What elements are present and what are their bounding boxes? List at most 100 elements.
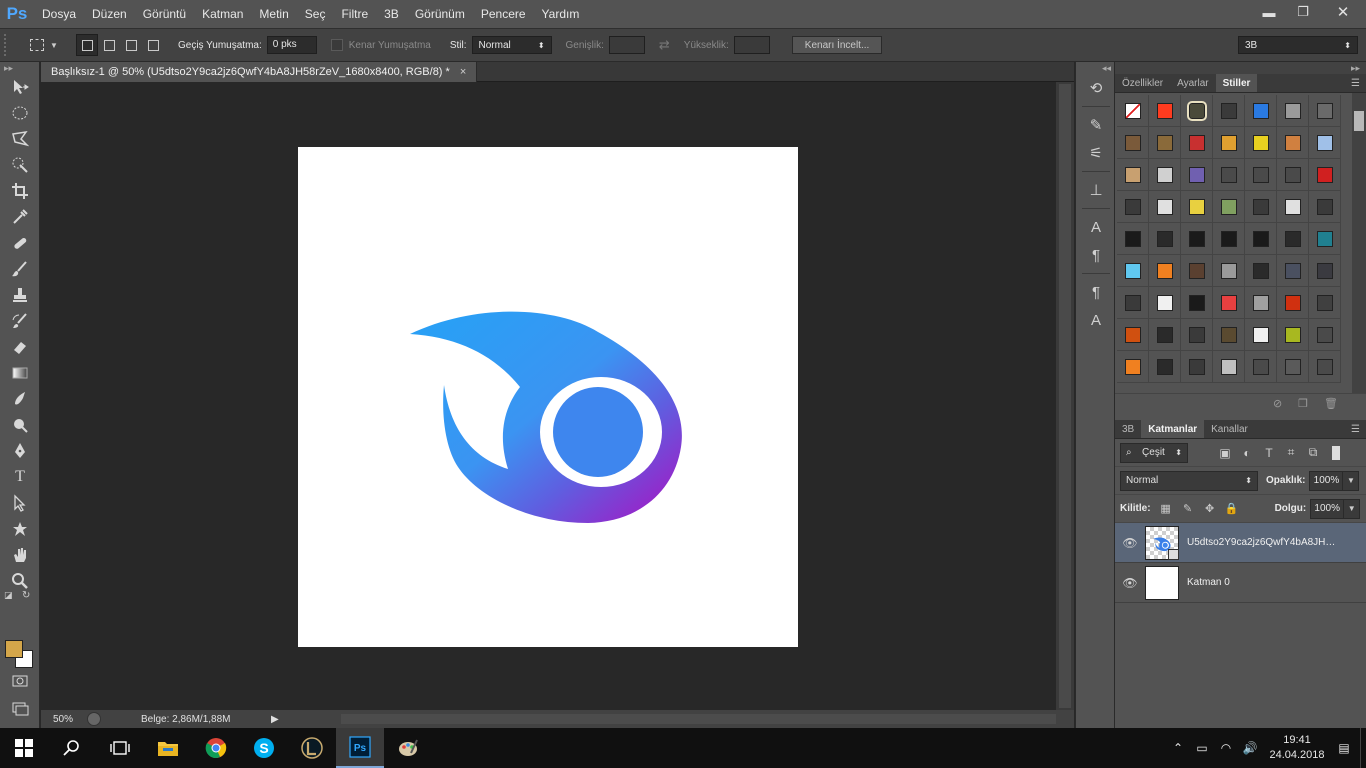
lock-image-icon[interactable]: ✎ <box>1177 502 1199 515</box>
feather-input[interactable]: 0 pks <box>266 36 317 54</box>
tool-preset-picker[interactable]: ▼ <box>24 34 64 56</box>
blend-mode-select[interactable]: Normal ⬍ <box>1120 470 1258 491</box>
style-swatch[interactable] <box>1309 319 1341 351</box>
clone-stamp-tool[interactable] <box>0 282 40 308</box>
vertical-scroll-thumb[interactable] <box>1059 84 1071 708</box>
style-swatch[interactable] <box>1277 287 1309 319</box>
style-swatch[interactable] <box>1213 319 1245 351</box>
style-swatch[interactable] <box>1181 95 1213 127</box>
path-selection-tool[interactable] <box>0 490 40 516</box>
style-swatch[interactable] <box>1245 95 1277 127</box>
eye-icon[interactable]: 👁 <box>1115 576 1145 590</box>
elliptical-marquee-tool[interactable] <box>0 100 40 126</box>
style-swatch[interactable] <box>1213 223 1245 255</box>
layer-name[interactable]: U5dtso2Y9ca2jz6QwfY4bA8JH58rZeV_1680x840… <box>1187 537 1337 548</box>
clock[interactable]: 19:41 24.04.2018 <box>1262 733 1332 763</box>
menu-image[interactable]: Görüntü <box>135 0 194 28</box>
new-style-icon[interactable]: ❐ <box>1298 397 1308 410</box>
menu-help[interactable]: Yardım <box>534 0 588 28</box>
history-panel-icon[interactable]: ⟲ <box>1076 74 1116 102</box>
style-swatch[interactable] <box>1277 191 1309 223</box>
style-swatch[interactable] <box>1309 351 1341 383</box>
height-input[interactable] <box>733 36 770 54</box>
style-swatch[interactable] <box>1149 255 1181 287</box>
show-desktop-button[interactable] <box>1360 728 1366 768</box>
filter-smart-object-icon[interactable]: ⧉ <box>1302 445 1324 460</box>
filter-shape-icon[interactable]: ⌗ <box>1280 445 1302 460</box>
canvas-area[interactable] <box>41 82 1056 710</box>
style-swatch[interactable] <box>1245 351 1277 383</box>
volume-icon[interactable]: 🔊 <box>1238 741 1262 755</box>
layer-row[interactable]: 👁 Katman 0 <box>1115 563 1366 603</box>
panel-menu-icon[interactable]: ☰ <box>1351 424 1360 435</box>
eraser-tool[interactable] <box>0 334 40 360</box>
style-swatch[interactable] <box>1181 255 1213 287</box>
task-view-button[interactable] <box>96 728 144 768</box>
paint-button[interactable] <box>384 728 432 768</box>
style-swatch[interactable] <box>1309 191 1341 223</box>
style-swatch[interactable] <box>1181 223 1213 255</box>
style-swatch[interactable] <box>1117 191 1149 223</box>
wifi-icon[interactable]: ◠ <box>1214 741 1238 755</box>
style-swatch[interactable] <box>1277 95 1309 127</box>
style-swatch[interactable] <box>1245 287 1277 319</box>
status-menu-arrow-icon[interactable]: ▶ <box>271 714 279 725</box>
fill-dropdown-icon[interactable]: ▼ <box>1344 498 1361 519</box>
style-swatch[interactable] <box>1309 127 1341 159</box>
collapse-icon[interactable]: ▸▸ <box>0 62 39 74</box>
opacity-input[interactable]: 100% <box>1309 470 1344 491</box>
style-swatch[interactable] <box>1117 159 1149 191</box>
move-tool[interactable] <box>0 74 40 100</box>
style-swatch[interactable] <box>1213 351 1245 383</box>
search-button[interactable] <box>48 728 96 768</box>
delete-style-icon[interactable]: 🗑 <box>1324 397 1338 410</box>
gradient-tool[interactable] <box>0 360 40 386</box>
style-swatch[interactable] <box>1309 255 1341 287</box>
lasso-tool[interactable] <box>0 126 40 152</box>
style-swatch[interactable] <box>1277 127 1309 159</box>
styles-scroll-thumb[interactable] <box>1354 111 1364 131</box>
style-swatch[interactable] <box>1181 351 1213 383</box>
type-tool[interactable]: T <box>0 464 40 490</box>
style-swatch[interactable] <box>1309 223 1341 255</box>
close-button[interactable]: ✕ <box>1320 0 1366 24</box>
style-swatch[interactable] <box>1309 287 1341 319</box>
document-tab[interactable]: Başlıksız-1 @ 50% (U5dtso2Y9ca2jz6QwfY4b… <box>41 62 478 82</box>
style-swatch[interactable] <box>1117 255 1149 287</box>
style-swatch[interactable] <box>1277 255 1309 287</box>
filter-pixel-icon[interactable]: ▣ <box>1214 446 1236 460</box>
style-swatch[interactable] <box>1213 191 1245 223</box>
menu-select[interactable]: Seç <box>297 0 334 28</box>
start-button[interactable] <box>0 728 48 768</box>
restore-button[interactable]: ❐ <box>1286 0 1320 24</box>
tab-layers[interactable]: Katmanlar <box>1141 420 1205 438</box>
tab-styles[interactable]: Stiller <box>1215 74 1258 92</box>
style-swatch[interactable] <box>1117 351 1149 383</box>
menu-type[interactable]: Metin <box>251 0 296 28</box>
layer-name[interactable]: Katman 0 <box>1187 577 1337 588</box>
collapse-icon[interactable]: ◂◂ <box>1076 62 1114 74</box>
intersect-selection-button[interactable] <box>142 34 164 56</box>
status-info-icon[interactable] <box>87 712 101 726</box>
style-swatch[interactable] <box>1277 223 1309 255</box>
history-brush-tool[interactable] <box>0 308 40 334</box>
hand-tool[interactable] <box>0 542 40 568</box>
fill-input[interactable]: 100% <box>1310 498 1345 519</box>
panel-menu-icon[interactable]: ☰ <box>1351 78 1360 89</box>
quick-selection-tool[interactable] <box>0 152 40 178</box>
clone-source-icon[interactable]: ⊥ <box>1076 176 1116 204</box>
style-swatch[interactable] <box>1277 351 1309 383</box>
foreground-color[interactable] <box>5 640 23 658</box>
style-swatch[interactable] <box>1149 191 1181 223</box>
menu-edit[interactable]: Düzen <box>84 0 135 28</box>
paragraph-panel-icon[interactable]: ¶ <box>1076 241 1116 269</box>
layer-row[interactable]: 👁 U5dtso2Y9ca2jz6QwfY4bA8JH58rZeV_1680x8… <box>1115 523 1366 563</box>
style-select[interactable]: Normal ⬍ <box>471 36 552 54</box>
custom-shape-tool[interactable] <box>0 516 40 542</box>
brush-tool[interactable] <box>0 256 40 282</box>
style-swatch[interactable] <box>1181 319 1213 351</box>
style-swatch[interactable] <box>1245 191 1277 223</box>
antialias-checkbox[interactable] <box>330 39 343 51</box>
style-swatch[interactable] <box>1245 127 1277 159</box>
chrome-button[interactable] <box>192 728 240 768</box>
